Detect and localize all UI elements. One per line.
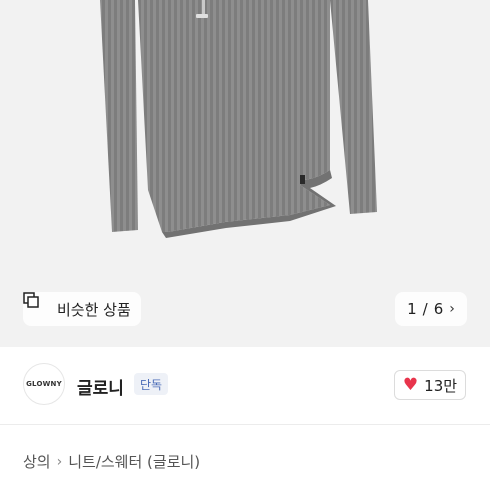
pager-separator: /: [422, 300, 428, 318]
pager-current: 1: [407, 300, 417, 318]
image-pager[interactable]: 1 / 6 ›: [395, 292, 467, 326]
brand-name[interactable]: 글로니: [77, 374, 124, 399]
brand-logo[interactable]: GLOWNY: [23, 363, 65, 405]
breadcrumb-item-knit[interactable]: 니트/스웨터 (글로니): [68, 451, 200, 472]
like-count: 13만: [424, 376, 458, 395]
product-image[interactable]: 비슷한 상품 1 / 6 ›: [0, 0, 490, 347]
like-button[interactable]: ♥ 13만: [394, 370, 466, 400]
chevron-right-icon: ›: [56, 453, 63, 470]
similar-products-label: 비슷한 상품: [57, 300, 131, 319]
brand-row: GLOWNY 글로니 단독 ♥ 13만: [0, 347, 490, 425]
breadcrumb: 상의 › 니트/스웨터 (글로니): [23, 451, 200, 472]
pager-total: 6: [433, 300, 444, 318]
exclusive-badge: 단독: [134, 373, 169, 395]
brand-logo-text: GLOWNY: [26, 380, 62, 388]
breadcrumb-item-top[interactable]: 상의: [23, 451, 51, 472]
chevron-right-icon[interactable]: ›: [449, 301, 455, 317]
heart-icon: ♥: [402, 374, 419, 395]
similar-icon: [23, 292, 49, 317]
similar-products-button[interactable]: 비슷한 상품: [23, 292, 141, 326]
